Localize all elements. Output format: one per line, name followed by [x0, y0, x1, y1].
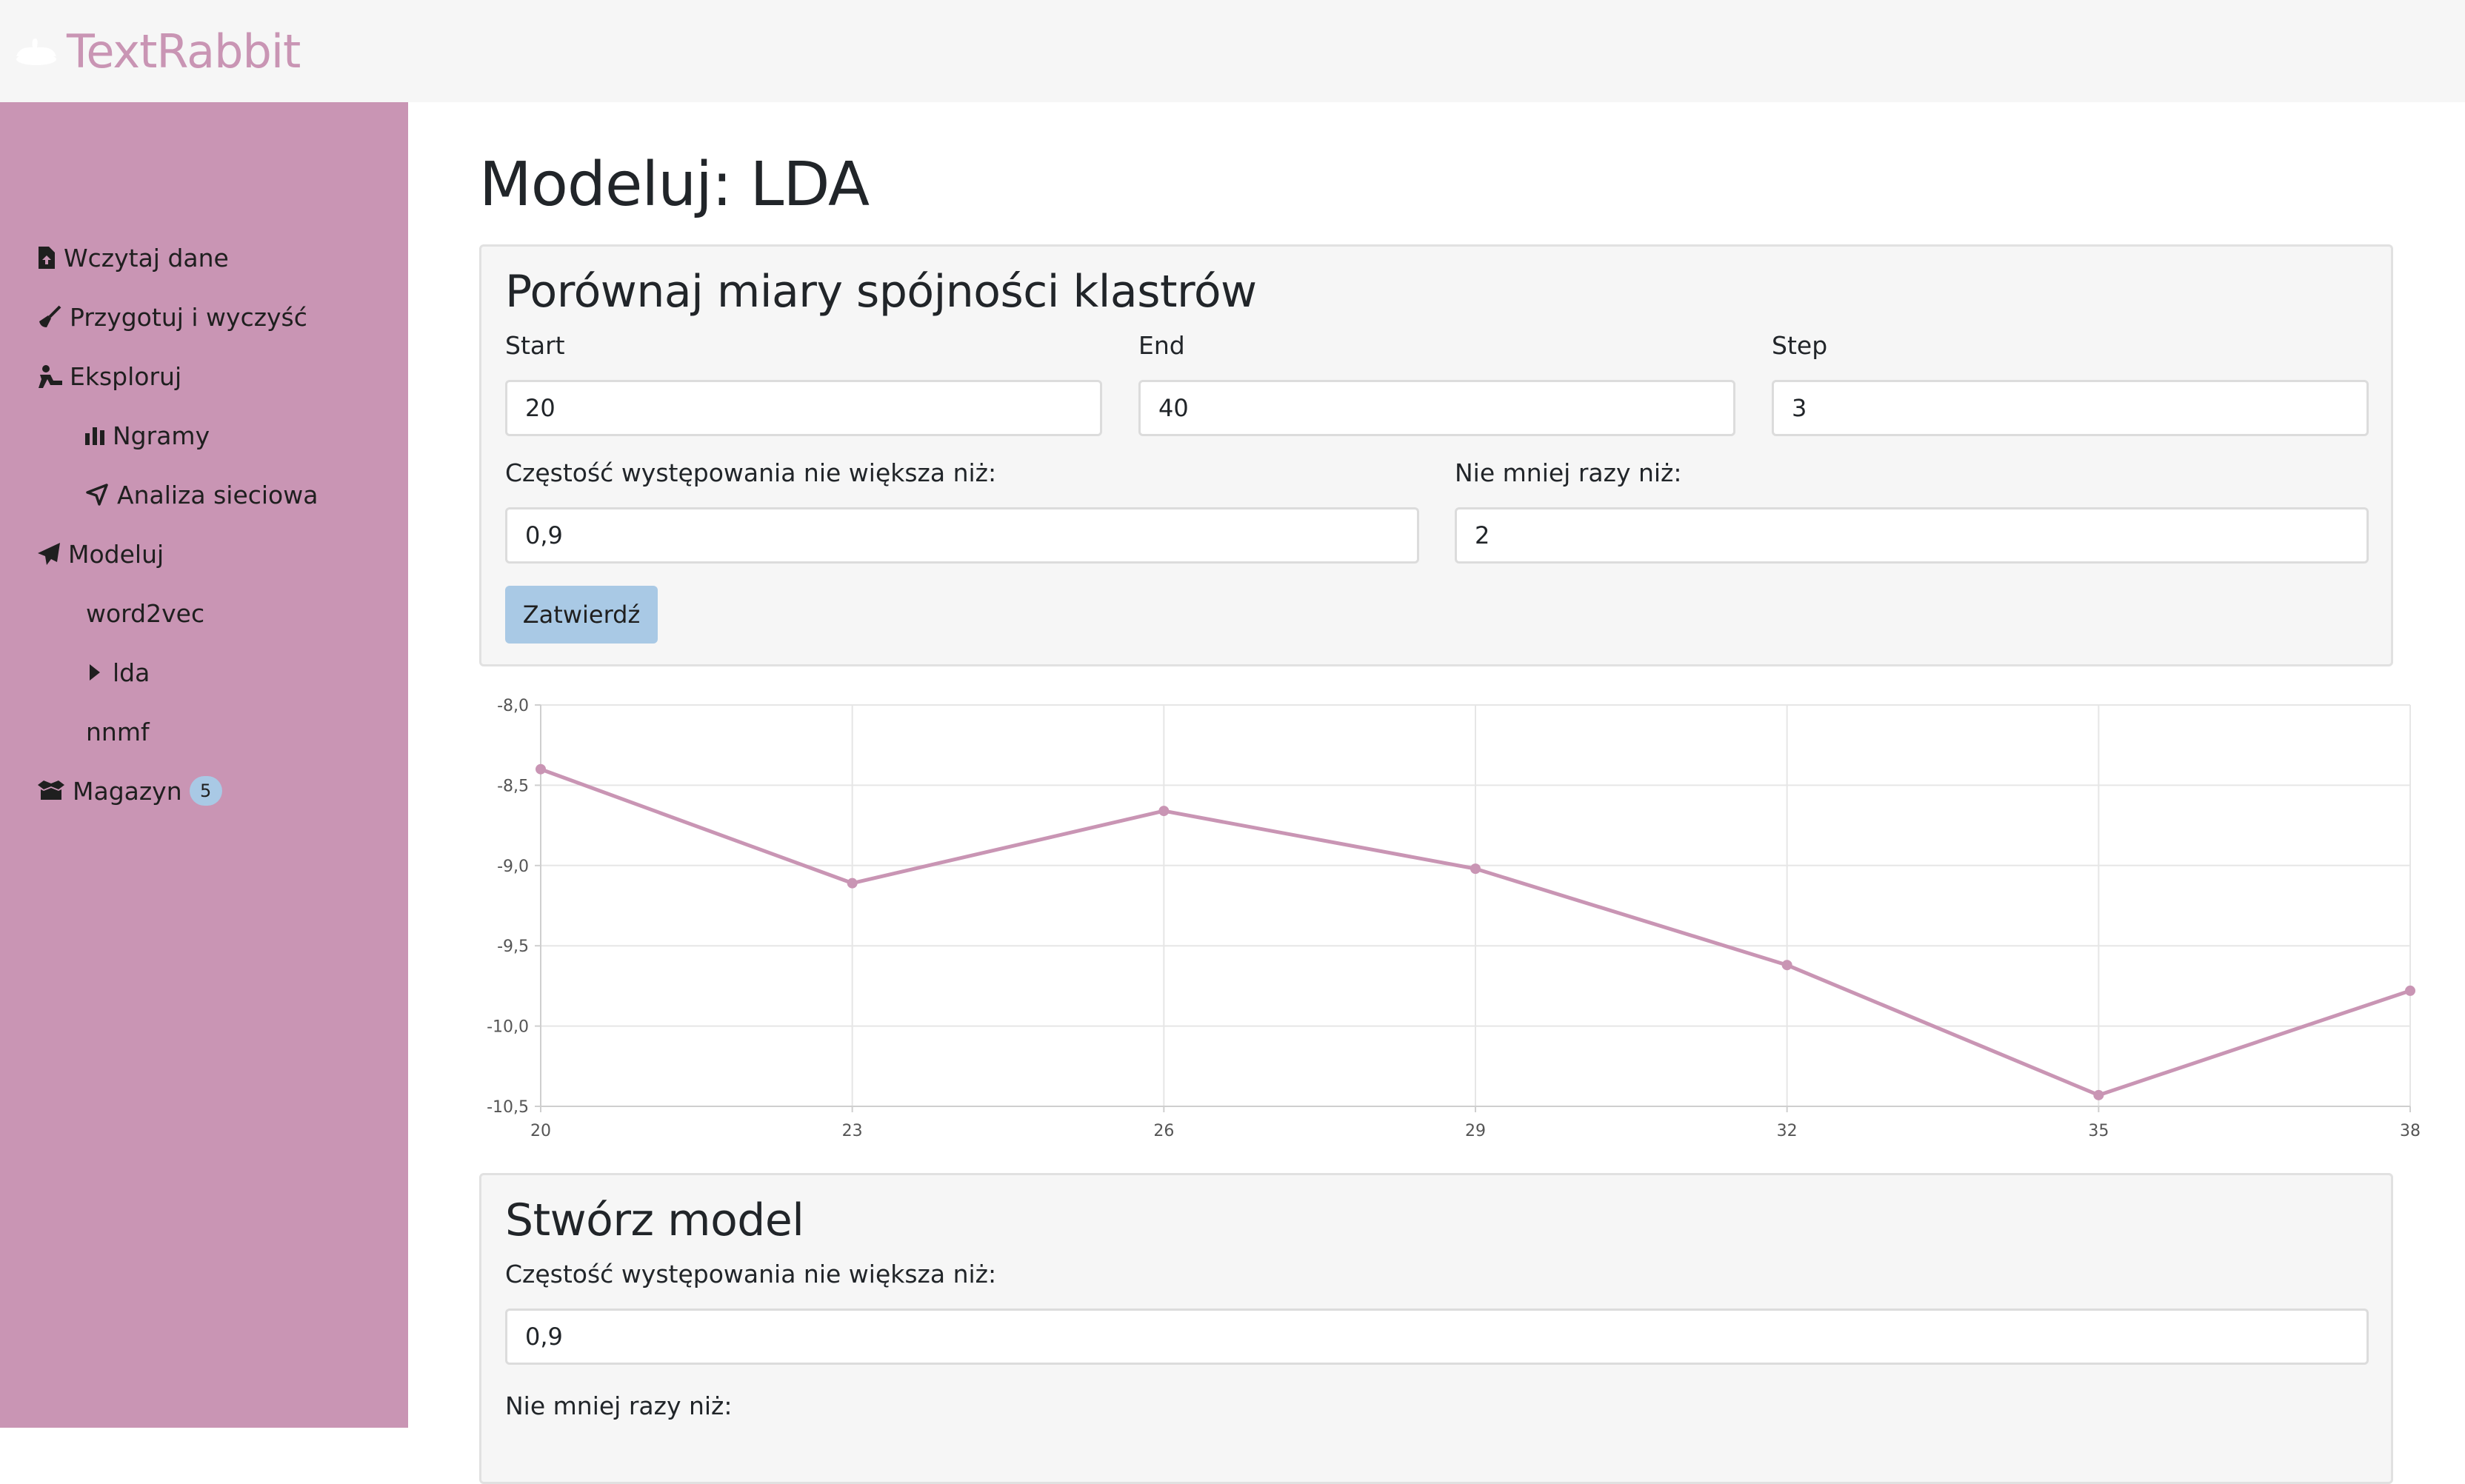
box-icon: [37, 778, 65, 803]
x-tick-label: 20: [530, 1122, 551, 1140]
sidebar-item-word2vec[interactable]: word2vec: [86, 591, 204, 635]
file-upload-icon: [37, 245, 56, 270]
data-point: [1470, 863, 1481, 875]
create-model-card: Stwórz model Częstość występowania nie w…: [479, 1173, 2393, 1484]
sidebar-item-nnmf[interactable]: nnmf: [86, 709, 150, 754]
sidebar-item-analiza-sieciowa[interactable]: Analiza sieciowa: [84, 472, 318, 517]
data-point: [2093, 1089, 2104, 1100]
count-badge: 5: [189, 776, 222, 806]
sidebar-item-modeluj[interactable]: Modeluj: [37, 532, 164, 576]
create-min-df-label: Nie mniej razy niż:: [505, 1391, 733, 1420]
sidebar-item-label: Analiza sieciowa: [117, 480, 318, 509]
x-tick-label: 38: [2400, 1122, 2421, 1140]
step-label: Step: [1772, 331, 1828, 360]
sidebar-item-label: Modeluj: [68, 539, 164, 569]
data-point: [847, 878, 858, 889]
sidebar-item-magazyn[interactable]: Magazyn 5: [37, 769, 222, 813]
top-navbar: TextRabbit: [0, 0, 2465, 102]
end-input[interactable]: 40: [1138, 380, 1735, 436]
brand[interactable]: TextRabbit: [13, 19, 301, 83]
y-tick-label: -10,5: [487, 1098, 529, 1117]
sidebar-item-przygotuj[interactable]: Przygotuj i wyczyść: [37, 295, 307, 339]
y-tick-label: -8,0: [497, 697, 529, 715]
data-point: [1781, 960, 1792, 971]
caret-right-icon: [86, 660, 104, 685]
x-tick-label: 29: [1465, 1122, 1486, 1140]
page-title: Modeluj: LDA: [479, 150, 870, 220]
sidebar-item-label: nnmf: [86, 717, 150, 746]
sidebar-item-label: Ngramy: [113, 421, 210, 450]
x-tick-label: 26: [1153, 1122, 1174, 1140]
paper-plane-icon: [37, 541, 61, 566]
location-arrow-icon: [84, 482, 110, 507]
data-point: [536, 763, 546, 775]
broom-icon: [37, 304, 62, 330]
x-tick-label: 32: [1777, 1122, 1798, 1140]
coherence-card-title: Porównaj miary spójności klastrów: [505, 266, 1257, 318]
sidebar-item-wczytaj-dane[interactable]: Wczytaj dane: [37, 235, 229, 280]
sidebar-item-label: Przygotuj i wyczyść: [70, 302, 307, 332]
y-tick-label: -9,0: [497, 858, 529, 876]
max-df-input[interactable]: 0,9: [505, 507, 1419, 564]
create-max-df-input[interactable]: 0,9: [505, 1308, 2369, 1365]
create-max-df-label: Częstość występowania nie większa niż:: [505, 1260, 997, 1289]
sidebar-item-label: lda: [113, 658, 150, 687]
coherence-card: Porównaj miary spójności klastrów Start …: [479, 244, 2393, 666]
app-name: TextRabbit: [67, 24, 301, 78]
sidebar-item-label: Wczytaj dane: [64, 243, 229, 273]
sidebar-item-lda[interactable]: lda: [86, 650, 150, 695]
submit-button[interactable]: Zatwierdź: [505, 586, 658, 644]
sidebar-item-label: Eksploruj: [70, 361, 182, 391]
end-label: End: [1138, 331, 1185, 360]
y-tick-label: -8,5: [497, 777, 529, 795]
explore-icon: [37, 364, 62, 389]
sidebar-item-eksploruj[interactable]: Eksploruj: [37, 354, 181, 398]
x-tick-label: 23: [842, 1122, 863, 1140]
min-df-input[interactable]: 2: [1455, 507, 2369, 564]
start-input[interactable]: 20: [505, 380, 1102, 436]
data-point: [2405, 985, 2415, 996]
y-tick-label: -9,5: [497, 937, 529, 956]
rabbit-logo-icon: [16, 39, 56, 65]
create-model-card-title: Stwórz model: [505, 1194, 804, 1246]
sidebar-item-label: word2vec: [86, 598, 205, 628]
sidebar-item-ngramy[interactable]: Ngramy: [84, 413, 210, 458]
bar-chart-icon: [84, 423, 105, 448]
data-point: [1158, 806, 1170, 817]
step-input[interactable]: 3: [1772, 380, 2369, 436]
sidebar: Wczytaj dane Przygotuj i wyczyść Eksplor…: [0, 102, 408, 1428]
x-tick-label: 35: [2088, 1122, 2109, 1140]
main-content: Modeluj: LDA Porównaj miary spójności kl…: [408, 102, 2465, 1484]
min-df-label: Nie mniej razy niż:: [1455, 458, 1682, 487]
sidebar-item-label: Magazyn: [73, 776, 182, 806]
y-tick-label: -10,0: [487, 1018, 529, 1037]
start-label: Start: [505, 331, 565, 360]
max-df-label: Częstość występowania nie większa niż:: [505, 458, 997, 487]
